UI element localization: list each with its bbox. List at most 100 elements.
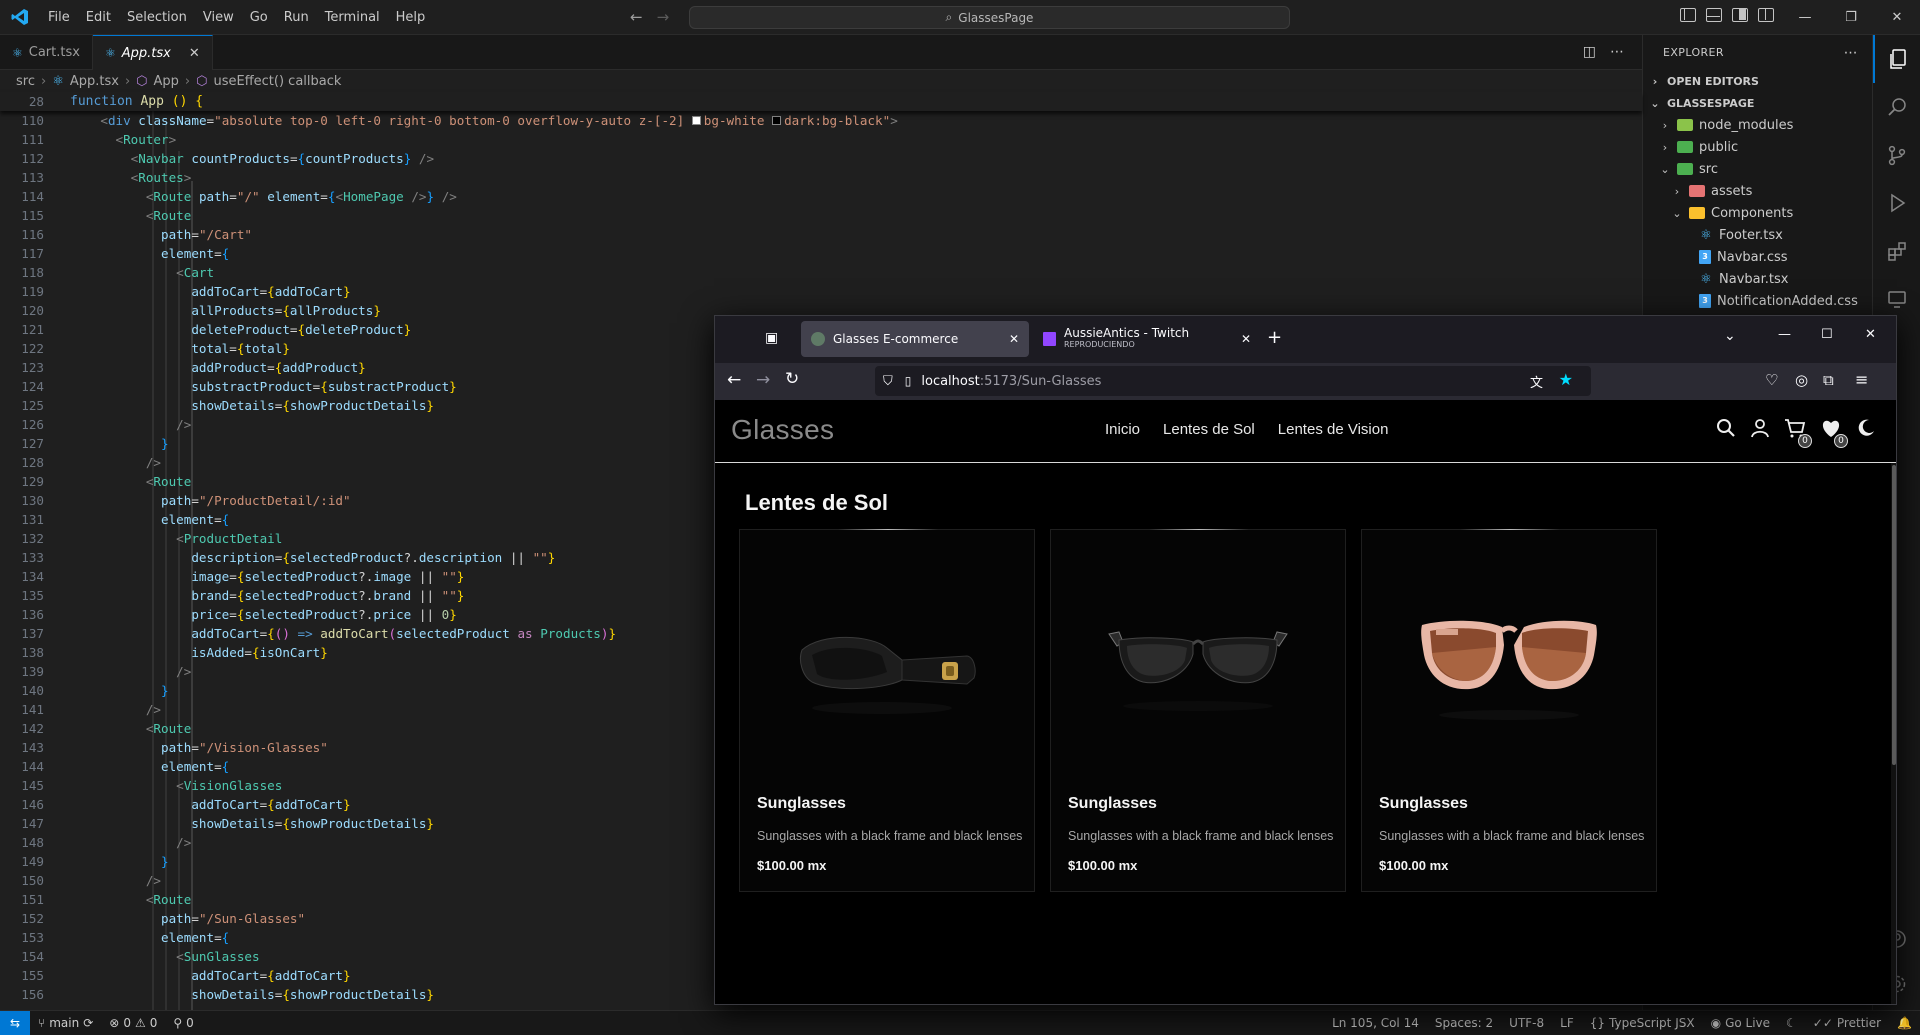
close-icon[interactable]: ✕ (189, 46, 200, 61)
page-scrollbar-thumb[interactable] (1892, 465, 1896, 765)
product-name[interactable]: Sunglasses (757, 795, 846, 813)
product-card[interactable]: Sunglasses Sunglasses with a black frame… (739, 529, 1035, 892)
command-center[interactable]: ⌕ GlassesPage (689, 6, 1290, 29)
user-icon[interactable] (1750, 418, 1770, 442)
translate-icon[interactable]: 文 (1530, 372, 1543, 391)
cursor-position[interactable]: Ln 105, Col 14 (1324, 1016, 1427, 1030)
cart-icon[interactable]: 0 (1784, 418, 1812, 448)
toggle-panel-icon[interactable] (1706, 8, 1722, 22)
nav-link-lentes-de-vision[interactable]: Lentes de Vision (1278, 421, 1389, 438)
project-section[interactable]: ⌄ GLASSESPAGE (1643, 92, 1872, 114)
maximize-icon[interactable]: ☐ (1821, 327, 1833, 342)
tree-item-public[interactable]: › public (1643, 136, 1872, 158)
hamburger-menu-icon[interactable]: ≡ (1855, 370, 1868, 389)
branch-status[interactable]: ⑂ main ⟳ (30, 1016, 101, 1030)
split-editor-icon[interactable]: ◫ (1583, 44, 1596, 60)
close-window-icon[interactable]: ✕ (1865, 327, 1876, 342)
search-icon[interactable] (1716, 418, 1736, 442)
menu-terminal[interactable]: Terminal (317, 10, 388, 25)
account-icon[interactable]: ◎ (1795, 371, 1808, 389)
menu-go[interactable]: Go (242, 10, 276, 25)
go-live[interactable]: ◉ Go Live (1703, 1016, 1778, 1030)
back-arrow-icon[interactable]: ← (630, 8, 643, 26)
open-editors-section[interactable]: › OPEN EDITORS (1643, 70, 1872, 92)
tree-item-components[interactable]: ⌄ Components (1643, 202, 1872, 224)
list-tabs-chevron-down-icon[interactable]: ⌄ (1724, 328, 1736, 344)
sticky-scroll-line[interactable]: 28 function App () { (0, 92, 1642, 111)
menu-run[interactable]: Run (276, 10, 317, 25)
line-number: 131 (21, 512, 44, 527)
toggle-secondary-sidebar-icon[interactable] (1732, 8, 1748, 22)
tree-item-notification-css[interactable]: 3 NotificationAdded.css (1643, 290, 1872, 312)
pocket-icon[interactable]: ♡ (1765, 371, 1778, 389)
problems-status[interactable]: ⊗ 0 ⚠ 0 (101, 1016, 165, 1030)
toggle-primary-sidebar-icon[interactable] (1680, 8, 1696, 22)
tree-item-node-modules[interactable]: › node_modules (1643, 114, 1872, 136)
minimize-icon[interactable]: — (1778, 327, 1791, 342)
close-window-icon[interactable]: ✕ (1874, 0, 1920, 35)
menu-selection[interactable]: Selection (119, 10, 195, 25)
menu-file[interactable]: File (40, 10, 78, 25)
breadcrumb-item[interactable]: src (16, 74, 35, 89)
back-arrow-icon[interactable]: ← (727, 370, 741, 390)
forward-arrow-icon[interactable]: → (657, 8, 670, 26)
remote-indicator-icon[interactable]: ⇆ (0, 1011, 30, 1035)
prettier[interactable]: ✓✓ Prettier (1805, 1016, 1889, 1030)
nav-link-inicio[interactable]: Inicio (1105, 421, 1140, 438)
code-line: 112 <Navbar countProducts={countProducts… (0, 149, 1642, 168)
close-icon[interactable]: ✕ (1241, 332, 1251, 346)
extensions-puzzle-icon[interactable]: ⧉ (1823, 371, 1834, 389)
explorer-files-icon[interactable] (1873, 35, 1920, 83)
nav-link-lentes-de-sol[interactable]: Lentes de Sol (1163, 421, 1255, 438)
search-icon[interactable] (1873, 83, 1920, 131)
menu-edit[interactable]: Edit (78, 10, 119, 25)
forward-arrow-icon[interactable]: → (756, 370, 770, 390)
menu-view[interactable]: View (195, 10, 242, 25)
ports-status[interactable]: ⚲ 0 (165, 1016, 201, 1030)
favorites-heart-icon[interactable]: 0 (1820, 418, 1848, 448)
browser-tab-glasses[interactable]: Glasses E-commerce ✕ (801, 321, 1029, 357)
site-logo[interactable]: Glasses (731, 414, 834, 446)
tree-item-assets[interactable]: › assets (1643, 180, 1872, 202)
url-bar[interactable]: ⛉ ▯ localhost:5173/Sun-Glasses 文 ★ (875, 366, 1591, 396)
new-tab-icon[interactable]: + (1267, 327, 1282, 348)
extensions-icon[interactable] (1873, 227, 1920, 275)
customize-layout-icon[interactable] (1758, 8, 1774, 22)
product-name[interactable]: Sunglasses (1379, 795, 1468, 813)
product-image[interactable] (1051, 550, 1345, 780)
language-mode[interactable]: {} TypeScript JSX (1582, 1016, 1703, 1030)
more-actions-icon[interactable]: ⋯ (1610, 44, 1624, 60)
source-control-icon[interactable] (1873, 131, 1920, 179)
product-image[interactable] (1362, 550, 1656, 780)
menu-help[interactable]: Help (388, 10, 434, 25)
bookmark-star-icon[interactable]: ★ (1559, 370, 1573, 389)
end-of-line[interactable]: LF (1552, 1016, 1582, 1030)
browser-tab-twitch[interactable]: AussieAntics - Twitch REPRODUCIENDO ✕ (1033, 321, 1261, 357)
tab-overview-icon[interactable]: ▣ (765, 330, 778, 346)
restore-icon[interactable]: ❐ (1828, 0, 1874, 35)
more-actions-icon[interactable]: ⋯ (1844, 45, 1858, 61)
code-line: 113 <Routes> (0, 168, 1642, 187)
close-icon[interactable]: ✕ (1009, 332, 1019, 346)
notifications-bell-icon[interactable]: 🔔 (1889, 1016, 1920, 1030)
product-card[interactable]: Sunglasses Sunglasses with a black frame… (1050, 529, 1346, 892)
breadcrumb-item[interactable]: App (154, 74, 179, 89)
tab-cart[interactable]: ⚛ Cart.tsx (0, 35, 93, 70)
encoding[interactable]: UTF-8 (1501, 1016, 1552, 1030)
product-image[interactable] (740, 550, 1034, 780)
minimize-icon[interactable]: — (1782, 0, 1828, 35)
run-debug-icon[interactable] (1873, 179, 1920, 227)
tree-item-navbar-css[interactable]: 3 Navbar.css (1643, 246, 1872, 268)
product-name[interactable]: Sunglasses (1068, 795, 1157, 813)
breadcrumb-item[interactable]: useEffect() callback (213, 74, 341, 89)
breadcrumb-item[interactable]: App.tsx (70, 74, 119, 89)
reload-icon[interactable]: ↻ (785, 369, 799, 389)
product-card[interactable]: Sunglasses Sunglasses with a black frame… (1361, 529, 1657, 892)
tab-app[interactable]: ⚛ App.tsx ✕ (92, 35, 213, 70)
dark-mode-moon-icon[interactable] (1856, 418, 1876, 442)
tree-item-footer-tsx[interactable]: ⚛ Footer.tsx (1643, 224, 1872, 246)
tree-item-src[interactable]: ⌄ src (1643, 158, 1872, 180)
copilot-icon[interactable]: ☾ (1778, 1016, 1805, 1030)
indentation[interactable]: Spaces: 2 (1427, 1016, 1501, 1030)
tree-item-navbar-tsx[interactable]: ⚛ Navbar.tsx (1643, 268, 1872, 290)
